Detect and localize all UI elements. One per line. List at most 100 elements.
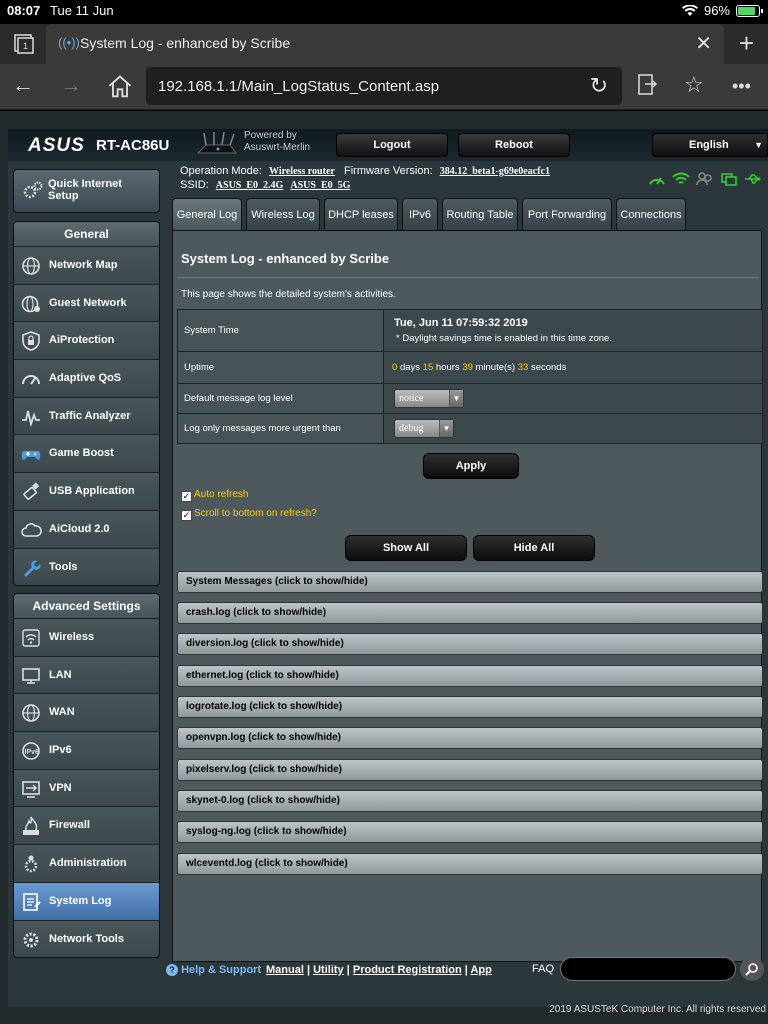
log-section-openvpn[interactable]: openvpn.log (click to show/hide) bbox=[177, 727, 763, 749]
search-icon bbox=[745, 963, 758, 976]
log-section-syslog-ng[interactable]: syslog-ng.log (click to show/hide) bbox=[177, 821, 763, 843]
uptime-row: Uptime 0 days 15 hours 39 minute(s) 33 s… bbox=[177, 351, 763, 384]
log-section-pixelserv[interactable]: pixelserv.log (click to show/hide) bbox=[177, 759, 763, 781]
operation-mode-link[interactable]: Wireless router bbox=[269, 166, 335, 177]
language-select[interactable]: English ▼ bbox=[652, 133, 768, 157]
reboot-button[interactable]: Reboot bbox=[458, 133, 570, 157]
logout-button[interactable]: Logout bbox=[336, 133, 448, 157]
sidebar-item-aiprotection[interactable]: AiProtection bbox=[14, 321, 159, 360]
sidebar-item-lan[interactable]: LAN bbox=[14, 655, 159, 694]
message-level-row: Default message log level notice ▼ bbox=[177, 383, 763, 414]
copyright-text: 2019 ASUSTeK Computer Inc. All rights re… bbox=[549, 1004, 766, 1015]
sidebar-item-usb-application[interactable]: USB Application bbox=[14, 472, 159, 510]
gamepad-icon bbox=[21, 451, 41, 461]
tab-general-log[interactable]: General Log bbox=[172, 198, 242, 230]
tab-ipv6[interactable]: IPv6 bbox=[402, 198, 438, 230]
sidebar-item-guest-network[interactable]: Guest Network bbox=[14, 283, 159, 322]
faq-search-input[interactable] bbox=[560, 957, 736, 981]
favorites-icon[interactable]: ☆ bbox=[684, 72, 704, 98]
monitor-icon bbox=[22, 667, 40, 684]
manual-link[interactable]: Manual bbox=[266, 964, 304, 976]
internet-status-icon[interactable] bbox=[648, 172, 666, 186]
new-tab-icon[interactable]: + bbox=[739, 28, 754, 59]
router-footer: ? Help & Support Manual | Utility | Prod… bbox=[8, 954, 768, 994]
network-tools-gear-icon bbox=[23, 932, 39, 947]
product-registration-link[interactable]: Product Registration bbox=[353, 964, 462, 976]
log-section-system-messages[interactable]: System Messages (click to show/hide) bbox=[177, 571, 763, 593]
scroll-bottom-checkbox[interactable]: ✓ Scroll to bottom on refresh? bbox=[181, 508, 317, 521]
close-tab-icon[interactable]: ✕ bbox=[695, 31, 712, 56]
sidebar-item-administration[interactable]: Administration bbox=[14, 844, 159, 882]
status-date: Tue 11 Jun bbox=[50, 3, 114, 18]
title-divider bbox=[177, 277, 759, 278]
hide-all-button[interactable]: Hide All bbox=[473, 535, 595, 561]
sidebar-item-wireless[interactable]: Wireless bbox=[14, 618, 159, 656]
ssid-5g-link[interactable]: ASUS_E0_5G bbox=[290, 180, 350, 191]
show-all-button[interactable]: Show All bbox=[345, 535, 467, 561]
sidebar-item-network-map[interactable]: Network Map bbox=[14, 246, 159, 284]
sidebar-item-network-tools[interactable]: Network Tools bbox=[14, 919, 159, 958]
clients-status-icon[interactable] bbox=[696, 172, 714, 186]
sidebar-item-adaptive-qos[interactable]: Adaptive QoS bbox=[14, 359, 159, 397]
back-icon[interactable]: ← bbox=[12, 72, 34, 98]
more-menu-icon[interactable]: ••• bbox=[732, 76, 751, 97]
tab-port-forwarding[interactable]: Port Forwarding bbox=[522, 198, 612, 230]
read-aloud-icon[interactable] bbox=[636, 72, 658, 98]
browser-nav-bar: ← → 192.168.1.1/Main_LogStatus_Content.a… bbox=[0, 64, 768, 110]
app-link[interactable]: App bbox=[470, 964, 491, 976]
tab-wireless-log[interactable]: Wireless Log bbox=[246, 198, 320, 230]
usb-status-icon[interactable] bbox=[744, 172, 762, 186]
tab-dhcp-leases[interactable]: DHCP leases bbox=[324, 198, 398, 230]
faq-search-button[interactable] bbox=[740, 957, 764, 981]
sidebar-item-aicloud[interactable]: AiCloud 2.0 bbox=[14, 509, 159, 548]
log-section-skynet[interactable]: skynet-0.log (click to show/hide) bbox=[177, 790, 763, 812]
sidebar-item-firewall[interactable]: Firewall bbox=[14, 806, 159, 845]
wan-globe-icon bbox=[22, 704, 40, 723]
lan-status-icon[interactable] bbox=[720, 172, 738, 186]
admin-gear-icon bbox=[24, 855, 38, 873]
general-menu-title: General bbox=[14, 222, 159, 246]
sidebar-item-vpn[interactable]: VPN bbox=[14, 768, 159, 807]
checkmark-icon: ✓ bbox=[181, 510, 192, 521]
quick-internet-setup-button[interactable]: Quick Internet Setup bbox=[13, 169, 160, 213]
tab-routing-table[interactable]: Routing Table bbox=[442, 198, 518, 230]
utility-link[interactable]: Utility bbox=[313, 964, 344, 976]
urgent-level-select[interactable]: debug ▼ bbox=[394, 419, 454, 438]
speedometer-icon bbox=[22, 375, 40, 385]
log-section-logrotate[interactable]: logrotate.log (click to show/hide) bbox=[177, 696, 763, 718]
help-support-link[interactable]: ? Help & Support bbox=[166, 964, 261, 976]
status-icons bbox=[648, 172, 762, 186]
browser-tab[interactable]: ((•)) System Log - enhanced by Scribe ✕ bbox=[46, 24, 724, 64]
sidebar-item-game-boost[interactable]: Game Boost bbox=[14, 434, 159, 473]
tab-connections[interactable]: Connections bbox=[616, 198, 686, 230]
language-value: English bbox=[689, 139, 729, 151]
sidebar-item-system-log[interactable]: System Log bbox=[14, 881, 159, 920]
sidebar-item-ipv6[interactable]: IPv6 IPv6 bbox=[14, 731, 159, 769]
ssid-24g-link[interactable]: ASUS_E0_2.4G bbox=[216, 180, 284, 191]
reload-icon[interactable]: ↻ bbox=[590, 73, 608, 99]
uptime-label: Uptime bbox=[177, 351, 384, 384]
home-icon[interactable] bbox=[106, 73, 134, 101]
gears-icon bbox=[23, 181, 43, 199]
log-section-wlceventd[interactable]: wlceventd.log (click to show/hide) bbox=[177, 853, 763, 875]
log-section-ethernet[interactable]: ethernet.log (click to show/hide) bbox=[177, 665, 763, 687]
log-section-crash[interactable]: crash.log (click to show/hide) bbox=[177, 602, 763, 624]
system-time-row: System Time Tue, Jun 11 07:59:32 2019 * … bbox=[177, 309, 763, 352]
log-section-diversion[interactable]: diversion.log (click to show/hide) bbox=[177, 633, 763, 655]
browser-tab-bar: 1 ((•)) System Log - enhanced by Scribe … bbox=[0, 24, 768, 64]
battery-percent: 96% bbox=[703, 3, 730, 18]
auto-refresh-checkbox[interactable]: ✓ Auto refresh bbox=[181, 489, 248, 502]
sidebar-item-tools[interactable]: Tools bbox=[14, 547, 159, 586]
tabs-overview-icon[interactable]: 1 bbox=[12, 32, 36, 56]
urgent-level-row: Log only messages more urgent than debug… bbox=[177, 413, 763, 444]
faq-label: FAQ bbox=[532, 963, 555, 975]
forward-icon[interactable]: → bbox=[60, 72, 82, 98]
tab-title: System Log - enhanced by Scribe bbox=[80, 35, 291, 51]
sidebar-item-wan[interactable]: WAN bbox=[14, 693, 159, 732]
sidebar-item-traffic-analyzer[interactable]: Traffic Analyzer bbox=[14, 396, 159, 435]
message-level-select[interactable]: notice ▼ bbox=[394, 389, 464, 408]
address-bar[interactable]: 192.168.1.1/Main_LogStatus_Content.asp ↻ bbox=[146, 67, 622, 105]
firmware-version-link[interactable]: 384.12_beta1-g69e0eacfc1 bbox=[440, 166, 550, 177]
wifi-status-icon[interactable] bbox=[672, 172, 690, 186]
apply-button[interactable]: Apply bbox=[423, 453, 519, 479]
